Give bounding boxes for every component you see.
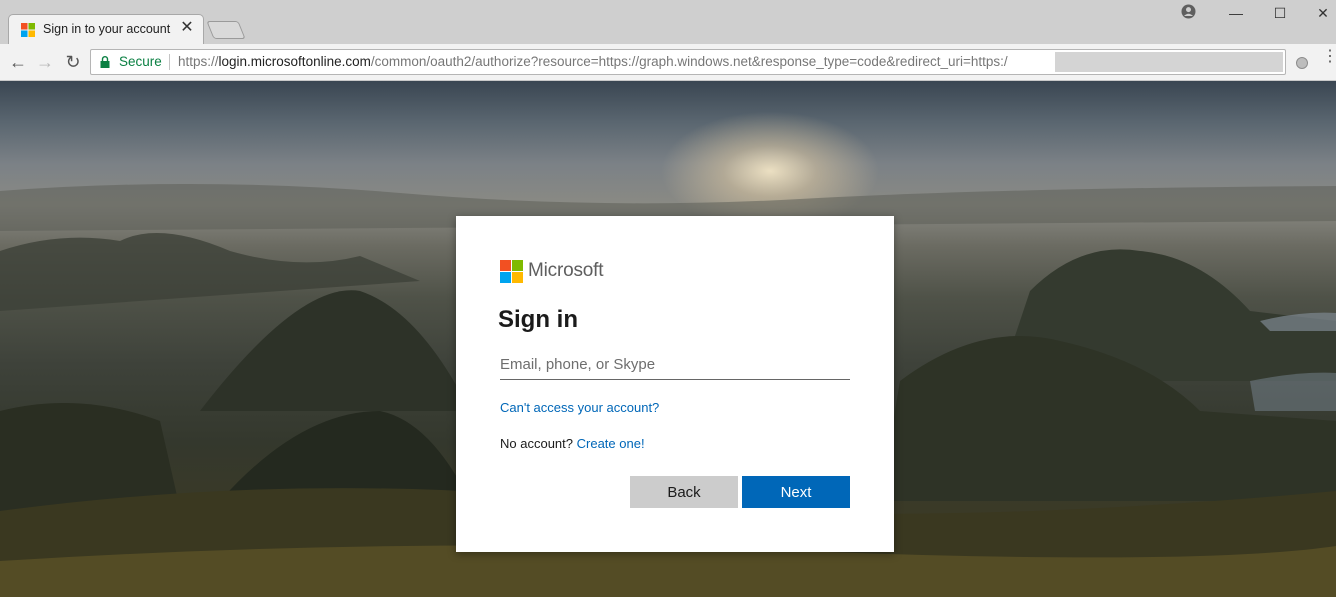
url-host: login.microsoftonline.com	[218, 54, 371, 69]
tab-close-icon[interactable]: ✕	[179, 20, 195, 36]
no-account-text: No account?	[500, 436, 573, 451]
microsoft-logo-icon	[500, 260, 523, 283]
url-text: https://login.microsoftonline.com/common…	[178, 54, 1008, 69]
microsoft-wordmark: Microsoft	[528, 260, 604, 281]
tab-title: Sign in to your account	[43, 22, 171, 36]
omnibox-separator	[169, 54, 170, 70]
tab-sign-in[interactable]: Sign in to your account ✕	[8, 14, 204, 44]
forward-arrow-icon[interactable]: →	[34, 52, 56, 74]
menu-icon[interactable]: ⋮	[1322, 49, 1336, 72]
browser-toolbar: ← → ↻ Secure https://login.microsoftonli…	[0, 44, 1336, 81]
browser-tabstrip: Sign in to your account ✕ — ☐ ✕	[0, 0, 1336, 44]
address-bar[interactable]: Secure https://login.microsoftonline.com…	[90, 49, 1286, 75]
account-icon[interactable]	[1181, 4, 1196, 19]
cant-access-link[interactable]: Can't access your account?	[500, 400, 659, 415]
microsoft-favicon-icon	[21, 23, 35, 37]
lock-icon	[100, 56, 110, 68]
url-redacted-block	[1055, 52, 1283, 72]
next-button[interactable]: Next	[742, 476, 850, 508]
window-close-button[interactable]: ✕	[1309, 2, 1336, 24]
maximize-button[interactable]: ☐	[1266, 2, 1294, 24]
page-title: Sign in	[498, 306, 578, 333]
email-field[interactable]	[500, 350, 850, 380]
back-button[interactable]: Back	[630, 476, 738, 508]
minimize-button[interactable]: —	[1222, 2, 1250, 24]
extension-icon[interactable]	[1296, 57, 1308, 69]
create-account-link[interactable]: Create one!	[577, 436, 645, 451]
secure-label: Secure	[119, 54, 162, 69]
url-path: /common/oauth2/authorize?resource=https:…	[370, 54, 1008, 69]
signin-card: Microsoft Sign in Can't access your acco…	[456, 216, 894, 552]
reload-icon[interactable]: ↻	[62, 52, 84, 74]
url-scheme: https://	[178, 54, 219, 69]
new-tab-button[interactable]	[206, 21, 246, 39]
back-arrow-icon[interactable]: ←	[7, 52, 29, 74]
no-account-row: No account? Create one!	[500, 436, 645, 451]
